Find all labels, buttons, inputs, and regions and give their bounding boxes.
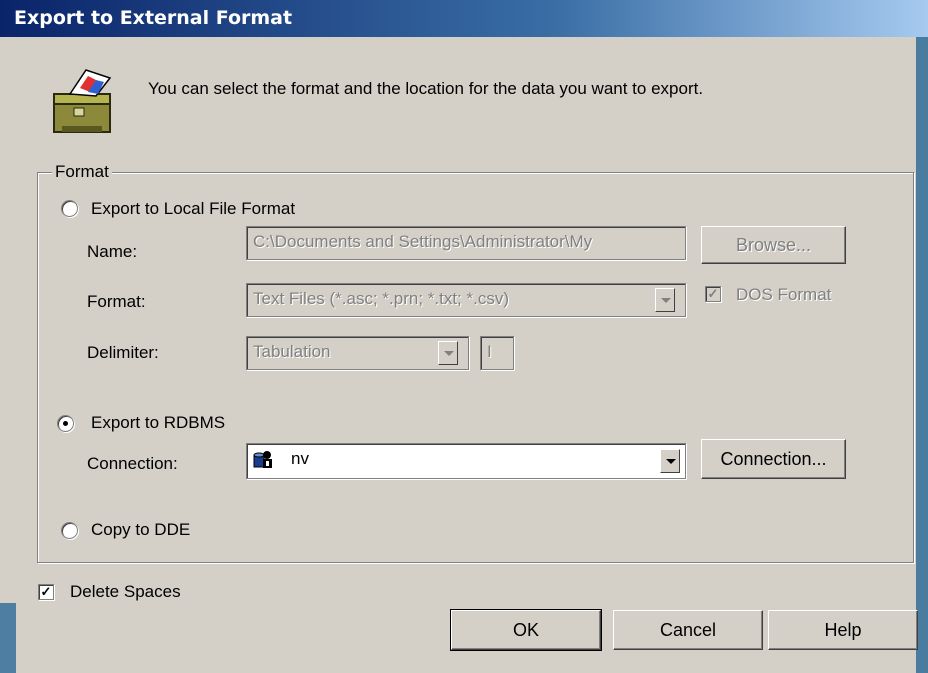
dde-label: Copy to DDE (91, 520, 191, 539)
export-dialog: Export to External Format You can select… (0, 0, 928, 673)
database-user-icon (253, 451, 272, 468)
window-title: Export to External Format (14, 7, 293, 29)
background-edge-lower (0, 603, 16, 673)
browse-button[interactable]: Browse... (701, 226, 846, 264)
dos-format-label: DOS Format (736, 285, 832, 304)
format-select-value: Text Files (*.asc; *.prn; *.txt; *.csv) (253, 289, 510, 308)
delimiter-select-value: Tabulation (253, 342, 331, 361)
rdbms-label: Export to RDBMS (91, 413, 226, 432)
cancel-button[interactable]: Cancel (613, 610, 763, 650)
dos-format-checkbox[interactable]: ✓ (705, 286, 721, 302)
local-file-label: Export to Local File Format (91, 199, 296, 218)
delimiter-char-input[interactable]: I (480, 336, 514, 370)
delimiter-dropdown-arrow-icon[interactable] (438, 341, 458, 365)
connection-select-value: nv (291, 449, 309, 468)
connection-dropdown-arrow-icon[interactable] (660, 449, 680, 473)
delete-spaces-label: Delete Spaces (70, 582, 181, 601)
format-label: Format: (87, 292, 146, 311)
export-briefcase-icon (53, 69, 112, 133)
dde-radio[interactable] (61, 522, 78, 539)
delimiter-label: Delimiter: (87, 343, 159, 362)
help-button[interactable]: Help (768, 610, 918, 650)
format-dropdown-arrow-icon[interactable] (655, 288, 675, 312)
title-bar[interactable]: Export to External Format (0, 0, 928, 37)
background-edge (916, 37, 928, 673)
intro-text: You can select the format and the locati… (148, 79, 704, 98)
ok-button[interactable]: OK (450, 609, 602, 651)
format-group-legend: Format (52, 162, 112, 182)
delete-spaces-checkbox[interactable]: ✓ (38, 584, 54, 600)
delimiter-select[interactable]: Tabulation (246, 336, 469, 370)
connection-label: Connection: (87, 454, 178, 473)
connection-select[interactable]: nv (246, 443, 686, 479)
rdbms-radio[interactable] (57, 415, 74, 432)
format-select[interactable]: Text Files (*.asc; *.prn; *.txt; *.csv) (246, 283, 686, 317)
connection-button[interactable]: Connection... (701, 439, 846, 479)
local-file-radio[interactable] (61, 200, 78, 217)
name-label: Name: (87, 242, 138, 261)
name-input[interactable]: C:\Documents and Settings\Administrator\… (246, 226, 686, 260)
